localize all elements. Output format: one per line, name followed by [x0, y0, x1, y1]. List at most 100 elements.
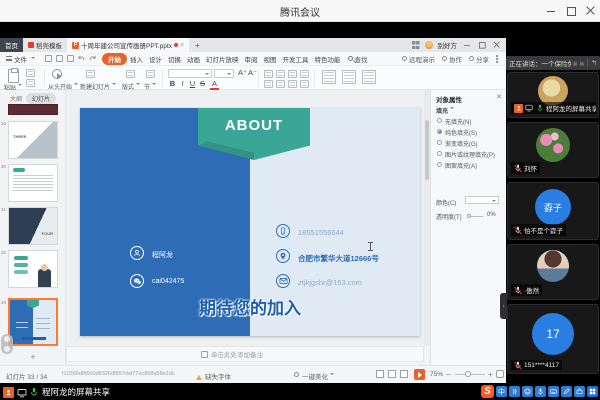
underline-button[interactable]: U: [188, 79, 197, 88]
section-icon[interactable]: [146, 70, 155, 78]
normal-view-icon[interactable]: [376, 370, 384, 378]
print-icon[interactable]: [56, 55, 63, 62]
input-method-icon[interactable]: 中: [496, 386, 507, 397]
menu-tab-animation[interactable]: 动画: [184, 53, 203, 65]
slides-tab[interactable]: 幻灯片: [26, 93, 56, 104]
voice-icon[interactable]: [509, 386, 520, 397]
save-icon[interactable]: [45, 55, 52, 62]
from-start-icon[interactable]: [52, 69, 62, 79]
thumbnail-30[interactable]: [8, 164, 58, 202]
paste-icon[interactable]: [8, 69, 19, 83]
italic-button[interactable]: I: [178, 79, 187, 88]
fit-screen-icon[interactable]: [496, 370, 504, 378]
thumbnail-31[interactable]: FOUR: [8, 207, 58, 245]
font-grow-icon[interactable]: A⁺: [238, 68, 247, 77]
font-color-button[interactable]: A: [210, 79, 219, 90]
participant-tile[interactable]: ·傲然: [507, 244, 599, 300]
sidebar-collapse-handle[interactable]: ›: [500, 293, 507, 319]
notes-bar[interactable]: 单击此处添加备注: [66, 346, 424, 362]
alpha-slider-knob[interactable]: [467, 214, 471, 218]
menu-tab-transition[interactable]: 切换: [165, 53, 184, 65]
participant-tile[interactable]: 17 151****4117: [507, 304, 599, 374]
close-icon[interactable]: [586, 6, 596, 16]
collaborate-button[interactable]: 协作: [442, 54, 462, 64]
maximize-icon[interactable]: [566, 6, 576, 16]
zoom-slider-knob[interactable]: [465, 371, 471, 377]
font-name-combo[interactable]: [168, 69, 212, 78]
slideshow-play-button[interactable]: [414, 369, 425, 380]
minimize-icon[interactable]: [546, 6, 556, 16]
tab-home[interactable]: 首页: [0, 38, 23, 52]
menu-tab-view[interactable]: 视图: [261, 53, 280, 65]
picture-icon[interactable]: [362, 70, 376, 84]
menu-tab-developer[interactable]: 开发工具: [280, 53, 312, 65]
thumbnail-partial[interactable]: [8, 104, 58, 115]
preview-icon[interactable]: [67, 55, 74, 62]
redo-icon[interactable]: [89, 55, 96, 62]
reading-view-icon[interactable]: [400, 370, 408, 378]
keyboard-icon[interactable]: [548, 386, 559, 397]
return-arrow-icon[interactable]: ↰: [591, 59, 597, 67]
font-shrink-icon[interactable]: A⁻: [248, 68, 257, 77]
wps-avatar[interactable]: [425, 41, 433, 49]
panel-close-icon[interactable]: ✕: [496, 93, 502, 101]
handwriting-icon[interactable]: [561, 386, 572, 397]
radio-no-fill[interactable]: [437, 118, 442, 123]
bold-button[interactable]: B: [168, 79, 177, 88]
menu-tab-design[interactable]: 设计: [146, 53, 165, 65]
sogou-icon[interactable]: S: [481, 385, 494, 398]
fill-section-label[interactable]: 填充: [436, 106, 454, 115]
beautify-button[interactable]: 一键美化: [302, 371, 334, 381]
copy-icon[interactable]: [26, 79, 35, 87]
undo-icon[interactable]: [78, 55, 85, 62]
thumbnail-32[interactable]: [8, 250, 58, 288]
radio-picture-fill[interactable]: [437, 151, 442, 156]
apps-grid-icon[interactable]: [412, 41, 420, 49]
mic-input-icon[interactable]: [535, 386, 546, 397]
wps-minimize-icon[interactable]: [464, 42, 471, 49]
bullets-icon[interactable]: [264, 70, 273, 78]
add-slide-button[interactable]: +: [0, 352, 66, 362]
line-spacing-icon[interactable]: [276, 80, 285, 88]
find-command[interactable]: 查找: [348, 54, 368, 64]
menu-tab-features[interactable]: 特色功能: [312, 53, 344, 65]
radio-gradient-fill[interactable]: [437, 140, 442, 145]
sorter-view-icon[interactable]: [388, 370, 396, 378]
menu-tab-home[interactable]: 开始: [102, 53, 127, 65]
radio-solid-fill[interactable]: [437, 129, 442, 134]
toolbox-icon[interactable]: [574, 386, 585, 397]
numbering-icon[interactable]: [276, 70, 285, 78]
page-nav-widget[interactable]: [1, 334, 13, 354]
wps-maximize-icon[interactable]: [479, 42, 486, 49]
taskbar-grid-icon[interactable]: [587, 386, 598, 397]
thumbnail-33-selected[interactable]: [8, 298, 58, 346]
participant-tile[interactable]: 刘怀: [507, 122, 599, 178]
tab-template[interactable]: 稻壳模板: [23, 38, 67, 52]
zoom-in-button[interactable]: +: [488, 370, 493, 379]
emoji-icon[interactable]: [522, 386, 533, 397]
font-warning[interactable]: 缺失字体: [205, 371, 231, 381]
more-menu-icon[interactable]: [496, 58, 498, 60]
color-dropdown[interactable]: [465, 196, 499, 204]
new-tab-button[interactable]: +: [189, 38, 206, 52]
outline-tab[interactable]: 大纲: [10, 94, 22, 103]
shapes-icon[interactable]: [342, 70, 356, 84]
font-size-combo[interactable]: [214, 69, 234, 78]
zoom-out-button[interactable]: −: [446, 370, 451, 379]
tab-close-icon[interactable]: ×: [180, 42, 184, 49]
tab-document[interactable]: P 十周年建公司宣传画册PPT.pptx ×: [67, 38, 189, 52]
menu-tab-review[interactable]: 审阅: [242, 53, 261, 65]
wps-close-icon[interactable]: [494, 42, 501, 49]
participant-tile[interactable]: 孬子 怕不是个孬子: [507, 182, 599, 240]
layout-icon[interactable]: [126, 70, 135, 78]
menu-tab-slideshow[interactable]: 幻灯片放映: [203, 53, 242, 65]
align-left-icon[interactable]: [288, 70, 297, 78]
radio-pattern-fill[interactable]: [437, 162, 442, 167]
file-menu[interactable]: 文件: [0, 54, 39, 64]
remote-demo-button[interactable]: 远程演示: [402, 54, 435, 64]
participant-tile-sharer[interactable]: 程阿龙的屏幕共享: [507, 72, 599, 118]
text-box-icon[interactable]: [322, 70, 336, 84]
thumbnail-29[interactable]: THREE: [8, 121, 58, 159]
justify-icon[interactable]: [300, 80, 309, 88]
align-center-icon[interactable]: [300, 70, 309, 78]
